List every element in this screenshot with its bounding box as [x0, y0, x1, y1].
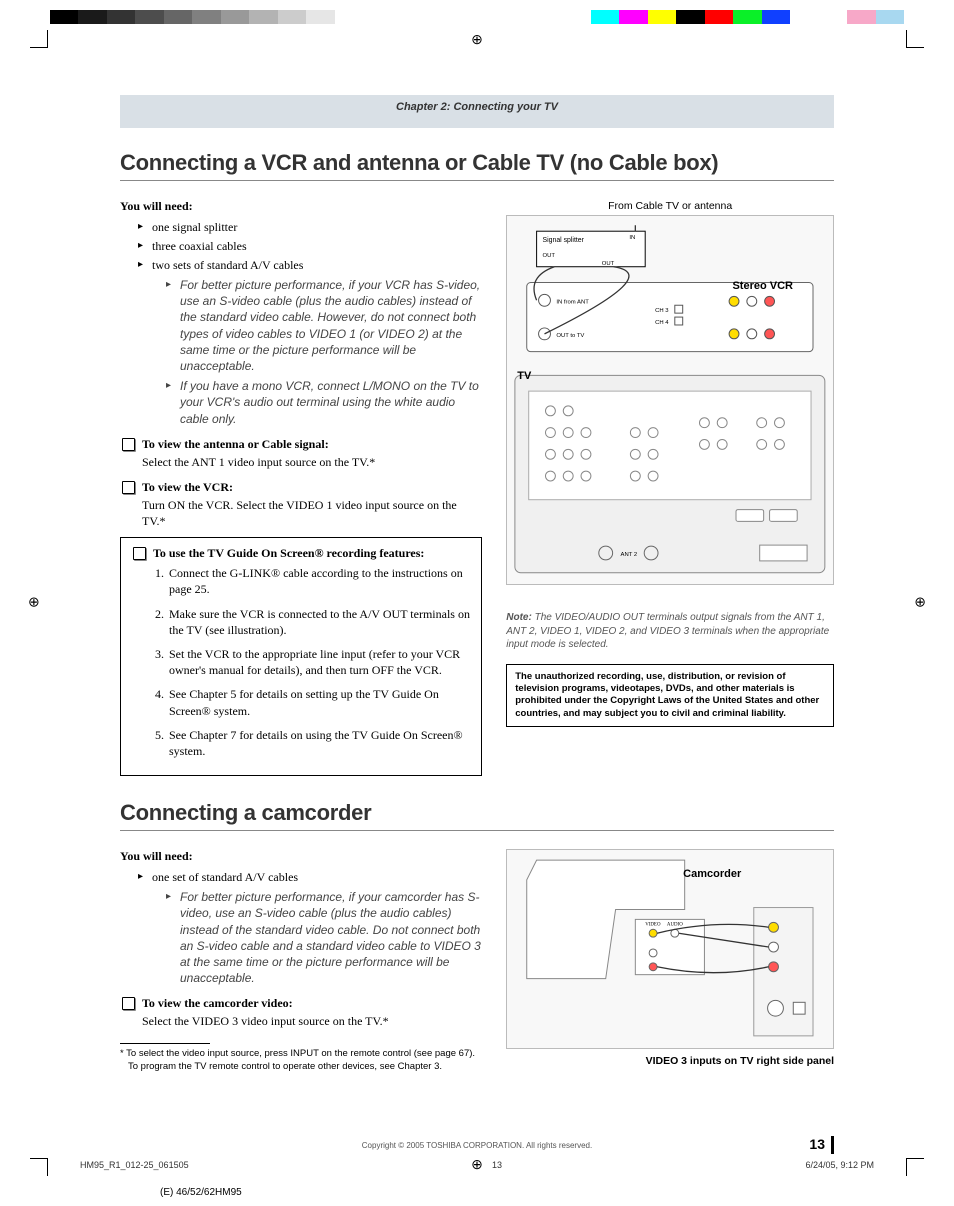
svg-text:OUT: OUT: [543, 253, 556, 259]
print-slug: HM95_R1_012-25_061505 13 6/24/05, 9:12 P…: [80, 1160, 874, 1170]
diagram-camcorder-label: Camcorder: [683, 868, 741, 880]
tvguide-step: Make sure the VCR is connected to the A/…: [167, 606, 471, 638]
crop-mark: [30, 1158, 48, 1176]
diagram2-svg: VIDEO AUDIO: [507, 850, 833, 1048]
tvguide-step: Set the VCR to the appropriate line inpu…: [167, 646, 471, 678]
need-item: one set of standard A/V cables For bette…: [138, 870, 482, 986]
svg-text:ANT 2: ANT 2: [621, 552, 638, 558]
model-label: (E) 46/52/62HM95: [160, 1187, 242, 1198]
registration-mark-icon: ⊕: [28, 595, 40, 612]
crop-mark: [906, 1158, 924, 1176]
need-item: three coaxial cables: [138, 239, 482, 254]
svg-text:Signal splitter: Signal splitter: [543, 237, 585, 244]
svg-text:IN from ANT: IN from ANT: [557, 299, 590, 305]
needs-label: You will need:: [120, 849, 482, 864]
view-antenna-body: Select the ANT 1 video input source on t…: [120, 454, 482, 470]
diagram-svg: Signal splitter IN OUT OUT IN from ANT O…: [507, 216, 833, 584]
need-item: two sets of standard A/V cables For bett…: [138, 258, 482, 427]
tvguide-box: To use the TV Guide On Screen® recording…: [120, 537, 482, 776]
svg-text:OUT: OUT: [602, 261, 615, 267]
slug-page: 13: [492, 1160, 502, 1170]
page-number-bar: [831, 1136, 834, 1154]
view-antenna-heading: To view the antenna or Cable signal:: [120, 437, 482, 452]
view-camcorder-body: Select the VIDEO 3 video input source on…: [120, 1013, 482, 1029]
video3-caption: VIDEO 3 inputs on TV right side panel: [506, 1055, 834, 1067]
view-vcr-heading: To view the VCR:: [120, 480, 482, 495]
wiring-diagram-camcorder: Camcorder VIDEO AUDIO: [506, 849, 834, 1049]
note-text: The VIDEO/AUDIO OUT terminals output sig…: [506, 612, 829, 650]
note-block: Note: The VIDEO/AUDIO OUT terminals outp…: [506, 611, 834, 652]
needs-label: You will need:: [120, 199, 482, 214]
diagram-tv-label: TV: [517, 370, 531, 382]
footnote-line2: To program the TV remote control to oper…: [120, 1061, 482, 1073]
registration-mark-icon: ⊕: [471, 32, 483, 49]
crop-mark: [906, 30, 924, 48]
slug-date: 6/24/05, 9:12 PM: [805, 1160, 874, 1170]
need-text: one set of standard A/V cables: [152, 870, 298, 884]
copyright-line: Copyright © 2005 TOSHIBA CORPORATION. Al…: [120, 1141, 834, 1150]
diagram-source-label: From Cable TV or antenna: [608, 200, 732, 212]
registration-mark-icon: ⊕: [914, 595, 926, 612]
svg-text:IN: IN: [630, 235, 636, 241]
section1-title: Connecting a VCR and antenna or Cable TV…: [120, 150, 834, 181]
footnote-rule: [120, 1043, 210, 1044]
svg-text:VIDEO: VIDEO: [645, 922, 661, 927]
tvguide-step: See Chapter 5 for details on setting up …: [167, 686, 471, 718]
svg-text:AUDIO: AUDIO: [667, 922, 683, 927]
section2-title: Connecting a camcorder: [120, 800, 834, 831]
wiring-diagram-vcr: From Cable TV or antenna Stereo VCR TV S…: [506, 215, 834, 585]
tip-item: For better picture performance, if your …: [166, 277, 482, 374]
tvguide-heading: To use the TV Guide On Screen® recording…: [131, 546, 471, 561]
view-vcr-body: Turn ON the VCR. Select the VIDEO 1 vide…: [120, 497, 482, 529]
chapter-header: Chapter 2: Connecting your TV: [120, 95, 834, 128]
svg-text:CH 3: CH 3: [655, 308, 669, 314]
slug-file: HM95_R1_012-25_061505: [80, 1160, 189, 1170]
crop-mark: [30, 30, 48, 48]
tip-item: For better picture performance, if your …: [166, 889, 482, 986]
diagram-vcr-label: Stereo VCR: [732, 280, 793, 292]
view-camcorder-heading: To view the camcorder video:: [120, 996, 482, 1011]
need-item: one signal splitter: [138, 220, 482, 235]
color-bar: [50, 10, 904, 24]
svg-text:OUT to TV: OUT to TV: [557, 333, 585, 339]
chapter-title: Chapter 2: Connecting your TV: [396, 101, 558, 113]
footnote: * To select the video input source, pres…: [120, 1048, 482, 1060]
svg-text:CH 4: CH 4: [655, 320, 669, 326]
page-number-text: 13: [809, 1136, 825, 1152]
tip-item: If you have a mono VCR, connect L/MONO o…: [166, 378, 482, 427]
need-text: two sets of standard A/V cables: [152, 258, 303, 272]
copyright-warning: The unauthorized recording, use, distrib…: [506, 664, 834, 727]
page-number: 13: [809, 1136, 834, 1154]
note-label: Note:: [506, 612, 532, 623]
tvguide-step: Connect the G-LINK® cable according to t…: [167, 565, 471, 597]
tvguide-step: See Chapter 7 for details on using the T…: [167, 727, 471, 759]
